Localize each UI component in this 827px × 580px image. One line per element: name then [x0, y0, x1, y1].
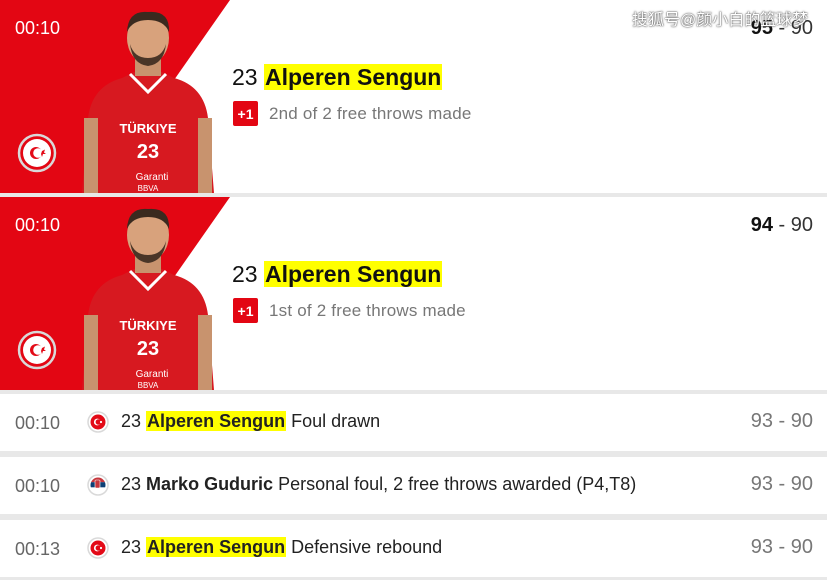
log-time: 00:10 — [15, 413, 61, 433]
turkey-flag-icon — [87, 537, 109, 559]
jersey-sponsor2: BBVA — [138, 184, 159, 193]
player-number: 23 — [232, 261, 258, 287]
log-text: 23 Alperen Sengun Defensive rebound — [121, 537, 442, 558]
player-number: 23 — [232, 64, 258, 90]
log-text: 23 Alperen Sengun Foul drawn — [121, 411, 380, 432]
event-time: 00:10 — [15, 18, 61, 38]
event-time: 00:10 — [15, 215, 61, 235]
log-description: Defensive rebound — [291, 537, 443, 557]
watermark: 搜狐号@颜小白的篮球梦 — [632, 12, 809, 29]
jersey-sponsor: Garanti — [136, 369, 169, 380]
jersey-number: 23 — [137, 338, 159, 360]
turkey-flag-icon — [87, 411, 109, 433]
log-score: 93 - 90 — [750, 410, 813, 432]
event-description: 2nd of 2 free throws made — [269, 104, 472, 123]
player-number: 23 — [121, 411, 142, 431]
event-player-line: 23 Alperen Sengun — [232, 261, 443, 288]
jersey-sponsor2: BBVA — [138, 381, 159, 390]
log-time: 00:13 — [15, 539, 61, 559]
event-description: 1st of 2 free throws made — [269, 301, 466, 320]
turkey-flag-icon — [17, 330, 57, 370]
player-photo: TÜRKIYE 23 Garanti BBVA — [82, 208, 214, 390]
points-badge: +1 — [233, 298, 258, 323]
player-name[interactable]: Alperen Sengun — [263, 64, 443, 90]
jersey-country: TÜRKIYE — [119, 121, 176, 136]
score-separator: - — [772, 214, 791, 236]
log-text: 23 Marko Guduric Personal foul, 2 free t… — [121, 474, 636, 495]
player-number: 23 — [121, 537, 142, 557]
play-event-big: 00:10 TÜRKIYE 23 Garanti BBVA 23 Alperen… — [0, 197, 827, 390]
jersey-country: TÜRKIYE — [119, 318, 176, 333]
points-badge: +1 — [233, 101, 258, 126]
player-name[interactable]: Alperen Sengun — [263, 261, 443, 287]
play-log-row: 00:10 23 Alperen Sengun Foul drawn 93 - … — [0, 394, 827, 451]
play-log-row: 00:10 23 Marko Guduric Personal foul, 2 … — [0, 457, 827, 514]
player-number: 23 — [121, 474, 142, 494]
event-player-line: 23 Alperen Sengun — [232, 64, 443, 91]
jersey-sponsor: Garanti — [136, 172, 169, 183]
score-away: 90 — [790, 214, 813, 236]
log-score: 93 - 90 — [750, 473, 813, 495]
log-score: 93 - 90 — [750, 536, 813, 558]
event-score: 94 - 90 — [751, 214, 813, 237]
log-description: Personal foul, 2 free throws awarded (P4… — [278, 474, 637, 494]
log-description: Foul drawn — [291, 411, 381, 431]
jersey-number: 23 — [137, 141, 159, 163]
log-time: 00:10 — [15, 476, 61, 496]
turkey-flag-icon — [17, 133, 57, 173]
player-name[interactable]: Alperen Sengun — [146, 411, 287, 431]
score-home: 94 — [750, 214, 773, 236]
play-log-row: 00:13 23 Alperen Sengun Defensive reboun… — [0, 520, 827, 577]
serbia-flag-icon — [87, 474, 109, 496]
player-name[interactable]: Marko Guduric — [146, 474, 273, 494]
player-photo: TÜRKIYE 23 Garanti BBVA — [82, 11, 214, 193]
player-name[interactable]: Alperen Sengun — [146, 537, 287, 557]
